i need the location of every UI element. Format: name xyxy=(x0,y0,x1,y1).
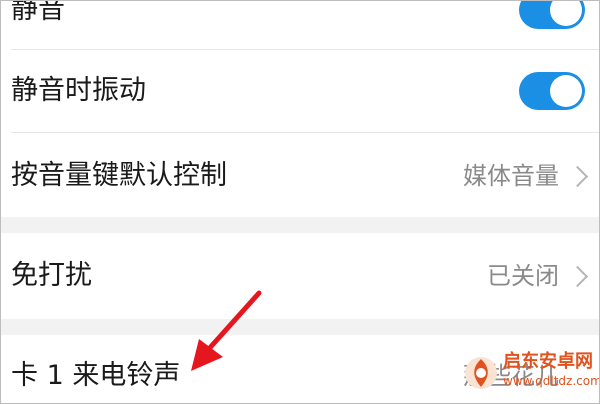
vibrate-on-mute-label: 静音时振动 xyxy=(11,75,146,106)
annotation-arrow-icon xyxy=(191,290,262,371)
volume-key-value: 媒体音量 xyxy=(463,162,559,190)
mute-toggle[interactable] xyxy=(519,1,585,29)
do-not-disturb-label: 免打扰 xyxy=(11,260,92,291)
sim1-ringtone-label: 卡 1 来电铃声 xyxy=(11,360,181,391)
setting-row-do-not-disturb[interactable]: 免打扰 已关闭 xyxy=(1,233,599,319)
setting-row-vibrate-on-mute[interactable]: 静音时振动 xyxy=(1,50,599,132)
mute-label: 静音 xyxy=(11,0,65,25)
toggle-knob xyxy=(550,1,582,26)
section-gap xyxy=(1,217,599,233)
settings-screen: 静音 静音时振动 按音量键默认控制 媒体音量 免打扰 已关闭 卡 1 来电铃声 … xyxy=(0,0,600,404)
toggle-knob xyxy=(550,75,582,107)
volume-key-label: 按音量键默认控制 xyxy=(11,160,227,191)
do-not-disturb-value: 已关闭 xyxy=(487,262,559,290)
chevron-right-icon xyxy=(566,165,589,188)
watermark: 启东安卓网 www.qdltdz.com xyxy=(463,351,599,397)
watermark-title: 启东安卓网 xyxy=(503,351,593,372)
setting-row-mute[interactable]: 静音 xyxy=(1,1,599,49)
section-gap xyxy=(1,319,599,335)
chevron-right-icon xyxy=(566,265,589,288)
setting-row-volume-key[interactable]: 按音量键默认控制 媒体音量 xyxy=(1,133,599,217)
vibrate-on-mute-toggle[interactable] xyxy=(519,72,585,110)
watermark-logo-icon xyxy=(465,357,497,389)
watermark-url: www.qdltdz.com xyxy=(503,374,600,388)
